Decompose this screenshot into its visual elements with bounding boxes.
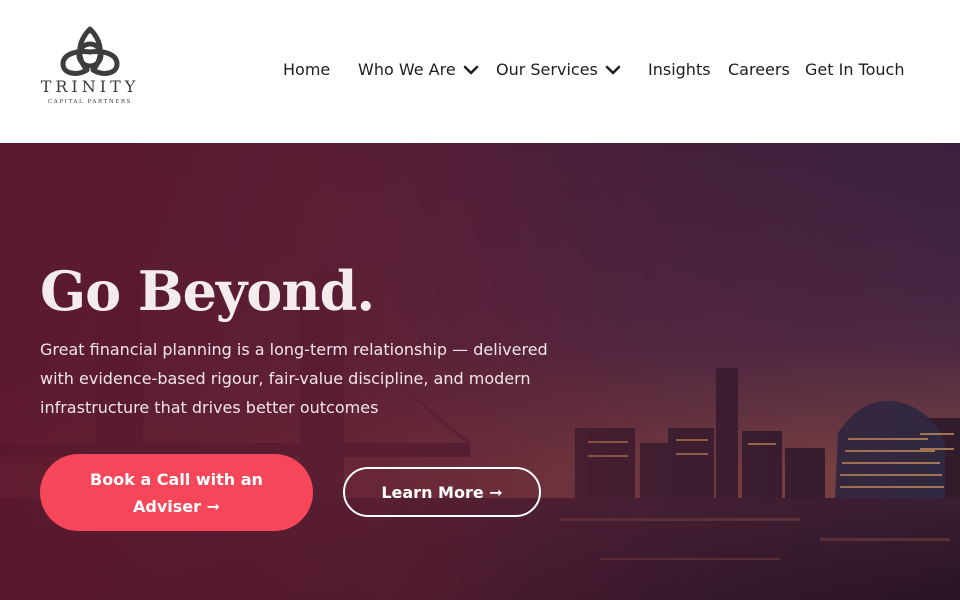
nav-item-our-services[interactable]: Our Services [496,60,622,79]
chevron-down-icon[interactable] [462,61,480,79]
nav-item-careers[interactable]: Careers [728,60,790,79]
book-call-button[interactable]: Book a Call with an Adviser ➞ [40,454,313,531]
nav-item-home[interactable]: Home [283,60,330,79]
nav-label: Get In Touch [805,60,905,79]
brand-tagline: CAPITAL PARTNERS [47,99,132,105]
nav-item-get-in-touch[interactable]: Get In Touch [805,60,904,79]
nav-label: Home [283,60,331,79]
chevron-down-icon[interactable] [604,61,622,79]
hero-section: Go Beyond. Great financial planning is a… [0,143,960,600]
nav-label: Who We Are [358,60,456,79]
hero-description: Great financial planning is a long-term … [40,340,548,417]
nav-label: Our Services [496,60,598,79]
hero-title: Go Beyond. [40,259,375,323]
nav-item-insights[interactable]: Insights [648,60,711,79]
nav-label: Careers [728,60,790,79]
main-nav: Home Who We Are Our Services Insights Ca… [0,60,960,84]
learn-more-button[interactable]: Learn More ➞ [343,467,541,517]
nav-item-who-we-are[interactable]: Who We Are [358,60,480,79]
site-header: TRINITY CAPITAL PARTNERS Home Who We Are… [0,0,960,143]
nav-label: Insights [648,60,711,79]
